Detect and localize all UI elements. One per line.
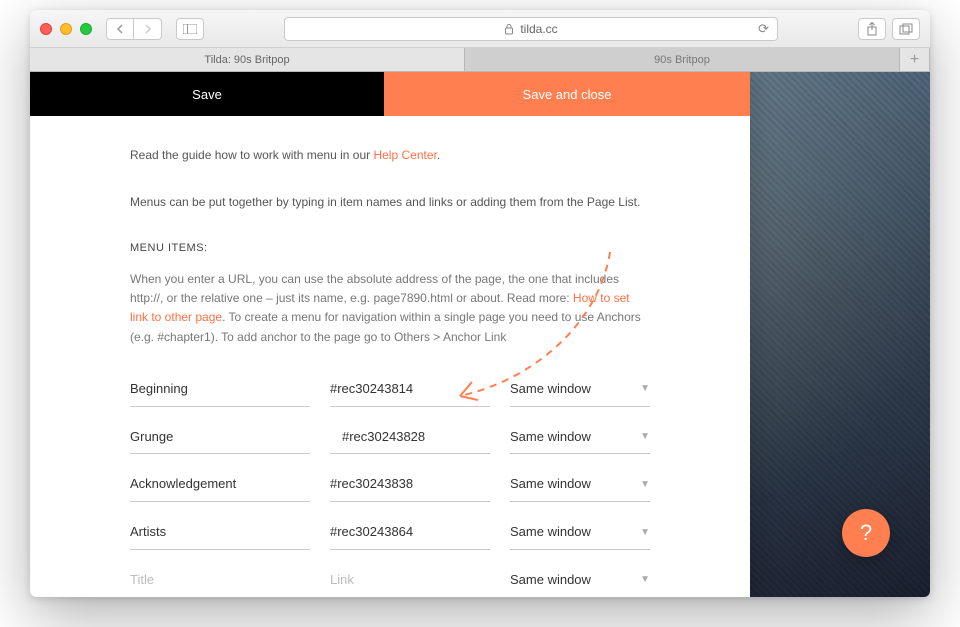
back-button[interactable]: [106, 18, 134, 40]
menu-target-select[interactable]: Same window▼: [510, 417, 650, 455]
menu-row: Beginning #rec30243814 Same window▼: [130, 369, 650, 407]
helper-text: When you enter a URL, you can use the ab…: [130, 270, 650, 347]
nav-buttons: [106, 18, 162, 40]
save-button[interactable]: Save: [30, 72, 384, 116]
guide-text: Read the guide how to work with menu in …: [130, 146, 650, 165]
menu-row: Grunge #rec30243828 Same window▼: [130, 417, 650, 455]
menu-target-select[interactable]: Same window▼: [510, 464, 650, 502]
new-tab-button[interactable]: +: [900, 48, 930, 71]
menu-target-select[interactable]: Same window▼: [510, 369, 650, 407]
menu-row: Artists #rec30243864 Same window▼: [130, 512, 650, 550]
close-window-icon[interactable]: [40, 23, 52, 35]
menu-link-input[interactable]: Link: [330, 560, 490, 597]
chevron-down-icon: ▼: [640, 477, 650, 493]
chevron-down-icon: ▼: [640, 572, 650, 588]
save-close-button[interactable]: Save and close: [384, 72, 750, 116]
menu-title-input[interactable]: Title: [130, 560, 310, 597]
menu-title-input[interactable]: Beginning: [130, 369, 310, 407]
minimize-window-icon[interactable]: [60, 23, 72, 35]
page-content: Save Save and close Read the guide how t…: [30, 72, 930, 597]
description-text: Menus can be put together by typing in i…: [130, 193, 650, 212]
tabs-icon[interactable]: [892, 18, 920, 40]
browser-window: tilda.cc ⟳ Tilda: 90s Britpop 90s Britpo…: [30, 10, 930, 597]
menu-items-list: Beginning #rec30243814 Same window▼ Grun…: [130, 369, 650, 597]
address-text: tilda.cc: [520, 22, 557, 36]
menu-link-input[interactable]: #rec30243838: [330, 464, 490, 502]
reload-icon[interactable]: ⟳: [758, 21, 769, 37]
tab-inactive[interactable]: 90s Britpop: [465, 48, 900, 71]
menu-link-input[interactable]: #rec30243814: [330, 369, 490, 407]
menu-link-input[interactable]: #rec30243828: [330, 417, 490, 455]
panel-actions: Save Save and close: [30, 72, 750, 116]
menu-target-select[interactable]: Same window▼: [510, 560, 650, 597]
menu-title-input[interactable]: Artists: [130, 512, 310, 550]
maximize-window-icon[interactable]: [80, 23, 92, 35]
forward-button[interactable]: [134, 18, 162, 40]
tab-active[interactable]: Tilda: 90s Britpop: [30, 48, 465, 71]
chevron-down-icon: ▼: [640, 381, 650, 397]
menu-title-input[interactable]: Acknowledgement: [130, 464, 310, 502]
menu-row-empty: Title Link Same window▼: [130, 560, 650, 597]
titlebar: tilda.cc ⟳: [30, 10, 930, 48]
panel-body: Read the guide how to work with menu in …: [30, 116, 750, 597]
tab-bar: Tilda: 90s Britpop 90s Britpop +: [30, 48, 930, 72]
address-bar[interactable]: tilda.cc ⟳: [284, 17, 778, 41]
help-center-link[interactable]: Help Center: [373, 148, 436, 162]
lock-icon: [504, 23, 514, 35]
section-title: MENU ITEMS:: [130, 240, 650, 258]
sidebar-toggle-icon[interactable]: [176, 18, 204, 40]
menu-row: Acknowledgement #rec30243838 Same window…: [130, 464, 650, 502]
window-controls: [40, 23, 92, 35]
menu-link-input[interactable]: #rec30243864: [330, 512, 490, 550]
menu-title-input[interactable]: Grunge: [130, 417, 310, 455]
chevron-down-icon: ▼: [640, 429, 650, 445]
menu-target-select[interactable]: Same window▼: [510, 512, 650, 550]
chevron-down-icon: ▼: [640, 525, 650, 541]
share-icon[interactable]: [858, 18, 886, 40]
help-fab-button[interactable]: ?: [842, 509, 890, 557]
editor-panel: Save Save and close Read the guide how t…: [30, 72, 750, 597]
toolbar-right: [858, 18, 920, 40]
